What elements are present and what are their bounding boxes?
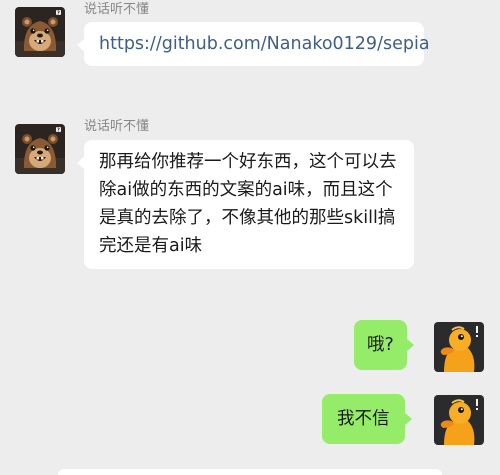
sender-name: 说话听不懂 (84, 2, 150, 17)
otter-avatar-icon[interactable] (15, 124, 65, 174)
message-bubble-text[interactable]: 那再给你推荐一个好东西，这个可以去除ai做的东西的文案的ai味，而且这个是真的去… (77, 140, 414, 269)
message-text: 那再给你推荐一个好东西，这个可以去除ai做的东西的文案的ai味，而且这个是真的去… (99, 152, 397, 256)
duck-avatar-icon[interactable] (434, 395, 484, 445)
message-bubble-link[interactable]: https://github.com/Nanako0129/sepia (77, 22, 430, 66)
sender-name: 说话听不懂 (84, 119, 150, 134)
message-text: 哦? (367, 335, 394, 355)
message-text: 我不信 (337, 409, 390, 429)
otter-avatar-icon[interactable] (15, 7, 65, 57)
chat-window: 说话听不懂 https://github.com/Nanako0129/sepi… (0, 0, 500, 475)
message-input-bar[interactable] (58, 469, 442, 475)
github-link[interactable]: https://github.com/Nanako0129/sepia (99, 34, 430, 54)
message-bubble-outgoing[interactable]: 我不信 (322, 394, 411, 444)
duck-avatar-icon[interactable] (434, 322, 484, 372)
message-bubble-outgoing[interactable]: 哦? (354, 320, 414, 370)
